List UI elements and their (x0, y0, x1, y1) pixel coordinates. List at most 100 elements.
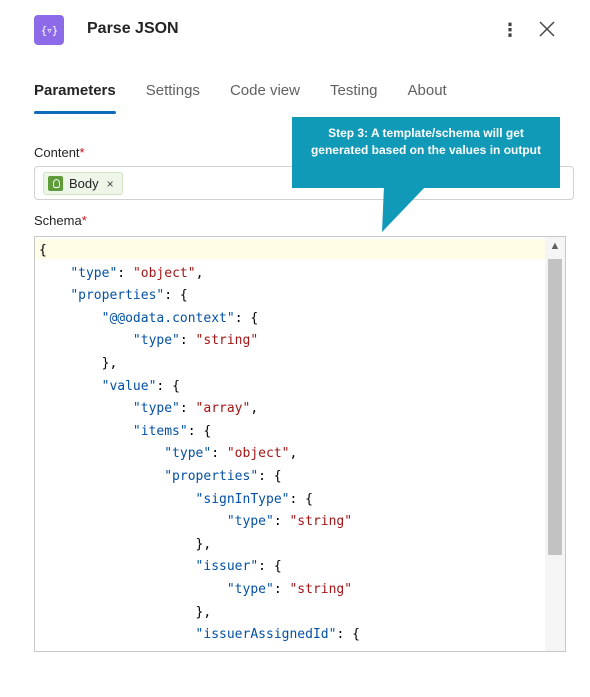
scrollbar-thumb[interactable] (548, 259, 562, 555)
json-string: "object" (132, 265, 196, 281)
json-key: "type" (164, 446, 212, 462)
json-punctuation (39, 582, 227, 597)
json-punctuation (39, 469, 164, 484)
tab-parameters[interactable]: Parameters (34, 80, 116, 116)
step-callout: Step 3: A template/schema will get gener… (292, 117, 560, 188)
code-line: { (39, 243, 47, 258)
json-punctuation (39, 650, 227, 651)
scroll-up-icon[interactable]: ▲ (549, 240, 561, 252)
json-punctuation: : { (187, 423, 212, 439)
json-punctuation: : (179, 401, 196, 417)
json-string: "object" (226, 446, 290, 462)
required-marker: * (79, 145, 85, 160)
json-punctuation (39, 492, 196, 507)
json-punctuation (39, 559, 196, 574)
body-token-label: Body (69, 176, 99, 191)
code-line: }, (39, 604, 212, 620)
json-punctuation: : (273, 514, 290, 530)
code-line: "@@odata.context": { (39, 310, 259, 326)
json-key: "value" (101, 378, 157, 394)
code-line: "type": "array", (39, 401, 258, 416)
json-key: "properties" (164, 468, 259, 484)
tab-testing[interactable]: Testing (330, 80, 378, 116)
code-line: "items": { (39, 424, 211, 439)
json-key: "issuer" (195, 559, 259, 575)
code-line: "issuerAssignedId": { (39, 627, 360, 642)
schema-editor[interactable]: { "type": "object", "properties": { "@@o… (34, 236, 566, 652)
json-string: "string" (289, 514, 353, 530)
json-key: "properties" (70, 288, 165, 304)
required-marker: * (81, 213, 87, 228)
code-line: "type": "object", (39, 446, 297, 461)
json-punctuation: }, (39, 536, 212, 552)
json-key: "type" (227, 650, 274, 651)
json-punctuation (39, 627, 196, 642)
json-punctuation (39, 379, 102, 394)
json-punctuation: , (250, 401, 259, 417)
code-line: "value": { (39, 379, 180, 394)
more-options-button[interactable]: ⋮ (499, 18, 521, 42)
json-string: "array" (195, 401, 251, 417)
json-punctuation: : { (336, 627, 360, 643)
tab-about[interactable]: About (408, 80, 447, 116)
code-line: }, (39, 536, 212, 552)
code-line: "type": "string" (39, 650, 352, 651)
tab-settings[interactable]: Settings (146, 80, 200, 116)
json-punctuation (39, 424, 133, 439)
active-tab-indicator (34, 111, 116, 114)
json-punctuation: : (274, 650, 290, 651)
code-line: "type": "string" (39, 582, 352, 597)
json-punctuation: : (211, 446, 227, 462)
json-punctuation: : { (164, 288, 188, 304)
json-punctuation (39, 333, 133, 348)
json-punctuation (39, 446, 164, 461)
json-key: "type" (226, 581, 274, 597)
code-line: "issuer": { (39, 559, 282, 574)
schema-label: Schema* (34, 213, 87, 228)
json-punctuation: : { (234, 310, 259, 326)
json-key: "type" (132, 333, 180, 349)
tab-code-view[interactable]: Code view (230, 80, 300, 116)
json-punctuation: }, (39, 604, 212, 620)
close-button[interactable] (534, 16, 560, 42)
close-icon (539, 21, 555, 37)
tab-bar: Parameters Settings Code view Testing Ab… (34, 80, 477, 116)
json-punctuation: : (273, 581, 290, 597)
json-key: "@@odata.context" (101, 310, 235, 326)
code-line: "properties": { (39, 288, 188, 304)
parse-json-icon: {▿} (34, 15, 64, 45)
json-key: "type" (132, 401, 180, 417)
json-punctuation (39, 311, 102, 326)
json-punctuation (39, 401, 133, 416)
json-key: "items" (132, 423, 188, 439)
json-punctuation (39, 288, 70, 303)
json-punctuation: , (195, 265, 204, 281)
json-punctuation: : { (258, 559, 282, 575)
callout-pointer (382, 186, 426, 232)
json-punctuation: }, (39, 355, 118, 371)
remove-token-button[interactable]: × (107, 177, 114, 191)
json-punctuation: : { (156, 378, 180, 394)
panel-header: {▿} Parse JSON ⋮ (0, 0, 590, 64)
json-string: "string" (289, 581, 353, 597)
dynamic-content-icon (48, 176, 63, 191)
editor-scrollbar[interactable]: ▲ (545, 237, 565, 651)
code-line: "properties": { (39, 468, 282, 484)
json-punctuation: : (117, 265, 133, 281)
json-string: "string" (195, 333, 259, 349)
json-key: "issuerAssignedId" (195, 627, 337, 643)
json-punctuation: { (39, 243, 47, 258)
code-line: "signInType": { (39, 492, 313, 507)
json-punctuation: : (179, 333, 196, 349)
json-string: "string" (289, 650, 352, 651)
code-line: "type": "string" (39, 333, 258, 348)
json-punctuation: : { (289, 491, 313, 507)
body-token[interactable]: Body × (43, 172, 123, 195)
schema-code[interactable]: { "type": "object", "properties": { "@@o… (39, 240, 360, 651)
json-punctuation: : { (258, 468, 282, 484)
json-key: "type" (226, 514, 274, 530)
code-line: "type": "string" (39, 514, 352, 529)
code-line: "type": "object", (39, 266, 203, 281)
json-key: "signInType" (195, 491, 290, 507)
code-line: }, (39, 355, 118, 371)
